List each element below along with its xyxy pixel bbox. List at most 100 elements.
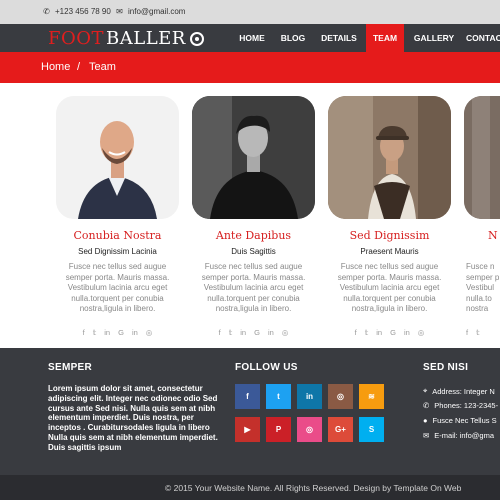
nav-blog[interactable]: BLOG [276, 24, 310, 52]
youtube-icon[interactable]: ▶ [235, 417, 260, 442]
map-marker-icon: ⌖ [423, 386, 428, 395]
member-socials: f 𝕥 in G in ◎ [192, 328, 315, 337]
footer-col3-title: SED NISI [423, 362, 469, 373]
footer-fusce-text: Fusce Nec Tellus S [432, 416, 497, 425]
twitter-icon[interactable]: 𝕥 [365, 328, 369, 337]
facebook-icon[interactable]: f [83, 328, 85, 337]
envelope-icon: ✉ [423, 431, 430, 440]
google-icon[interactable]: G [390, 328, 396, 337]
footer-phones-text: Phones: 123-2345- [434, 401, 499, 410]
copyright-text: © 2015 Your Website Name. All Rights Res… [165, 483, 462, 493]
logo-part-baller: BALLER [106, 28, 186, 49]
member-photo-image [192, 96, 315, 219]
footer-email[interactable]: ✉ E-mail: info@gma [423, 431, 494, 440]
instagram-icon[interactable]: in [404, 328, 410, 337]
dribbble-icon[interactable]: ◎ [146, 328, 153, 337]
member-name[interactable]: N [464, 229, 500, 242]
member-role: Sed Dignissim Lacinia [78, 247, 157, 256]
footer-follow-title: FOLLOW US [235, 362, 298, 373]
facebook-icon[interactable]: f [219, 328, 221, 337]
footer-col1-title: SEMPER [48, 362, 93, 373]
footer-phones: ✆ Phones: 123-2345- [423, 401, 498, 410]
member-role: Duis Sagittis [231, 247, 276, 256]
team-card: Sed Dignissim Praesent Mauris Fusce nec … [328, 96, 451, 337]
member-socials: f 𝕥 in G in ◎ [56, 328, 179, 337]
linkedin-icon[interactable]: in [376, 328, 382, 337]
user-icon: ● [423, 416, 428, 425]
member-photo-image [328, 96, 451, 219]
nav-contact[interactable]: CONTACT [466, 24, 500, 52]
linkedin-icon[interactable]: in [297, 384, 322, 409]
dribbble-icon[interactable]: ◎ [297, 417, 322, 442]
logo-part-foot: FOOT [48, 28, 105, 49]
page: ✆ +123 456 78 90 ✉ info@gmail.com FOOT B… [0, 0, 500, 500]
facebook-icon[interactable]: f [466, 328, 468, 337]
soccer-ball-icon [189, 31, 204, 46]
twitter-icon[interactable]: 𝕥 [93, 328, 97, 337]
footer-about-text: Lorem ipsum dolor sit amet, consectetur … [48, 384, 218, 452]
copyright-bar: © 2015 Your Website Name. All Rights Res… [0, 475, 500, 500]
team-card: Conubia Nostra Sed Dignissim Lacinia Fus… [56, 96, 179, 337]
instagram-icon[interactable]: in [132, 328, 138, 337]
nav-details[interactable]: DETAILS [314, 24, 364, 52]
dribbble-icon[interactable]: ◎ [282, 328, 289, 337]
site-logo[interactable]: FOOT BALLER [48, 28, 204, 49]
member-description: Fusce nec tellus sed augue semper porta.… [201, 262, 306, 313]
google-plus-icon[interactable]: G+ [328, 417, 353, 442]
nav-team[interactable]: TEAM [366, 24, 404, 52]
footer-address: ⌖ Address: Integer N [423, 386, 495, 396]
main-navbar: FOOT BALLER HOME BLOG DETAILS TEAM GALLE… [0, 24, 500, 52]
footer-fusce: ● Fusce Nec Tellus S [423, 416, 497, 425]
member-photo-image [464, 96, 500, 219]
twitter-icon[interactable]: 𝕥 [476, 328, 480, 337]
member-photo[interactable] [56, 96, 179, 219]
nav-home[interactable]: HOME [232, 24, 272, 52]
breadcrumb-home[interactable]: Home [41, 61, 70, 73]
member-name[interactable]: Ante Dapibus [192, 229, 315, 242]
envelope-icon: ✉ [116, 7, 123, 16]
member-description: Fusce nec tellus sed augue semper porta.… [337, 262, 442, 313]
member-photo[interactable] [328, 96, 451, 219]
top-contact-bar: ✆ +123 456 78 90 ✉ info@gmail.com [0, 0, 500, 24]
facebook-icon[interactable]: f [235, 384, 260, 409]
footer-address-text: Address: Integer N [432, 386, 495, 396]
member-socials: f 𝕥 in G in ◎ [328, 328, 451, 337]
member-photo[interactable] [192, 96, 315, 219]
breadcrumb: Home / Team [0, 52, 500, 83]
linkedin-icon[interactable]: in [240, 328, 246, 337]
breadcrumb-separator: / [77, 61, 81, 73]
phone-contact: ✆ +123 456 78 90 [42, 7, 111, 16]
twitter-icon[interactable]: 𝕥 [229, 328, 233, 337]
instagram-icon[interactable]: in [268, 328, 274, 337]
member-socials: f 𝕥 [464, 328, 500, 337]
member-role [464, 247, 500, 256]
email-address[interactable]: info@gmail.com [128, 7, 185, 16]
nav-gallery[interactable]: GALLERY [406, 24, 462, 52]
member-name[interactable]: Sed Dignissim [328, 229, 451, 242]
member-name[interactable]: Conubia Nostra [56, 229, 179, 242]
phone-icon: ✆ [423, 401, 430, 410]
facebook-icon[interactable]: f [355, 328, 357, 337]
team-card: Ante Dapibus Duis Sagittis Fusce nec tel… [192, 96, 315, 337]
email-contact[interactable]: ✉ info@gmail.com [115, 7, 185, 16]
breadcrumb-current: Team [89, 61, 116, 73]
dribbble-icon[interactable]: ◎ [418, 328, 425, 337]
member-role: Praesent Mauris [360, 247, 419, 256]
google-icon[interactable]: G [118, 328, 124, 337]
rss-icon[interactable]: ≋ [359, 384, 384, 409]
phone-number: +123 456 78 90 [55, 7, 111, 16]
team-card-partial: N Fusce n semper p Vestibul nulla.to nos… [464, 96, 500, 337]
phone-icon: ✆ [43, 7, 50, 16]
footer-email-text[interactable]: E-mail: info@gma [434, 431, 494, 440]
member-photo[interactable] [464, 96, 500, 219]
member-description: Fusce nec tellus sed augue semper porta.… [65, 262, 170, 313]
member-description: Fusce n semper p Vestibul nulla.to nostr… [466, 262, 500, 313]
twitter-icon[interactable]: t [266, 384, 291, 409]
pinterest-icon[interactable]: P [266, 417, 291, 442]
skype-icon[interactable]: S [359, 417, 384, 442]
footer: SEMPER Lorem ipsum dolor sit amet, conse… [0, 348, 500, 475]
google-icon[interactable]: G [254, 328, 260, 337]
instagram-icon[interactable]: ◎ [328, 384, 353, 409]
member-photo-image [56, 96, 179, 219]
linkedin-icon[interactable]: in [104, 328, 110, 337]
